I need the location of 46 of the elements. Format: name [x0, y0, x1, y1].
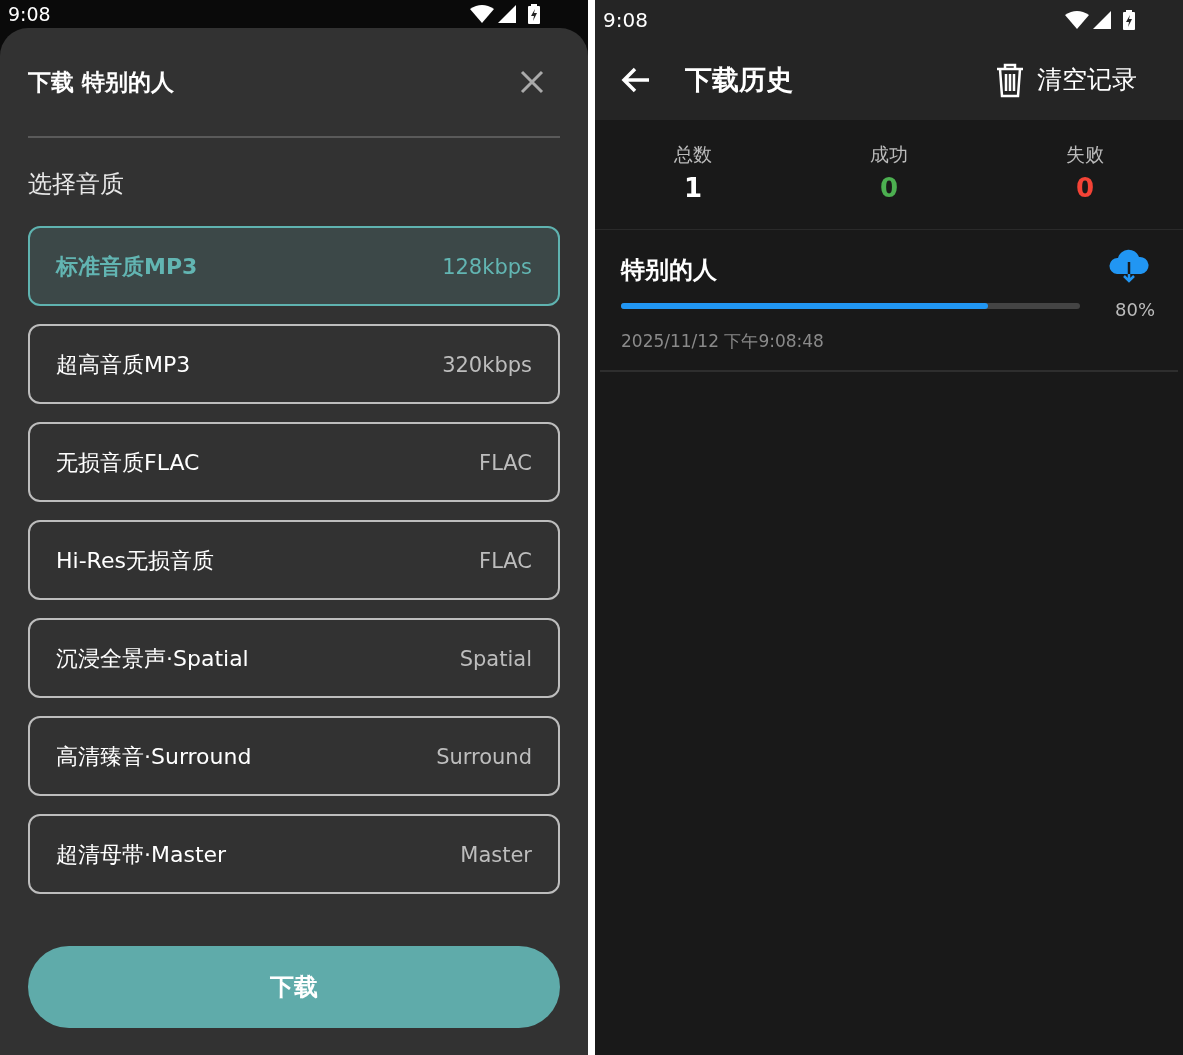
option-name: 超清母带·Master [56, 840, 227, 869]
battery-icon [528, 4, 540, 24]
battery-icon [1123, 10, 1135, 30]
quality-option[interactable]: 沉浸全景声·Spatial Spatial [28, 618, 560, 698]
option-detail: Master [460, 842, 532, 870]
signal-icon [1093, 11, 1111, 29]
option-detail: FLAC [479, 450, 532, 478]
wifi-icon [1065, 11, 1089, 29]
page-title: 下载历史 [685, 62, 793, 97]
option-name: 标准音质MP3 [56, 252, 198, 281]
quality-option[interactable]: 标准音质MP3 128kbps [28, 226, 560, 306]
trash-icon [995, 62, 1025, 98]
option-name: 无损音质FLAC [56, 448, 200, 477]
quality-option[interactable]: 超高音质MP3 320kbps [28, 324, 560, 404]
stat-label: 失败 [1066, 142, 1104, 167]
progress-percent: 80% [1115, 298, 1155, 322]
cloud-download-icon [1109, 248, 1149, 284]
stat-value: 1 [683, 171, 703, 205]
back-arrow-icon[interactable] [621, 67, 651, 93]
option-detail: 320kbps [442, 352, 532, 380]
option-detail: Surround [436, 744, 532, 772]
stat-value: 0 [879, 171, 899, 205]
status-time: 9:08 [8, 4, 51, 24]
wifi-icon [470, 5, 494, 23]
quality-option[interactable]: Hi-Res无损音质 FLAC [28, 520, 560, 600]
option-detail: 128kbps [442, 254, 532, 282]
sheet-title: 下载 特别的人 [28, 67, 174, 97]
stat-label: 总数 [674, 142, 712, 167]
option-name: 高清臻音·Surround [56, 742, 252, 771]
quality-option[interactable]: 高清臻音·Surround Surround [28, 716, 560, 796]
signal-icon [498, 5, 516, 23]
option-name: 超高音质MP3 [56, 350, 191, 379]
quality-option[interactable]: 超清母带·Master Master [28, 814, 560, 894]
option-detail: Spatial [459, 646, 532, 674]
stat-label: 成功 [870, 142, 908, 167]
option-detail: FLAC [479, 548, 532, 576]
status-time: 9:08 [603, 7, 648, 34]
option-name: Hi-Res无损音质 [56, 546, 214, 575]
quality-option[interactable]: 无损音质FLAC FLAC [28, 422, 560, 502]
song-title: 特别的人 [621, 255, 717, 286]
option-name: 沉浸全景声·Spatial [56, 644, 249, 673]
close-icon[interactable] [520, 70, 544, 94]
download-time: 2025/11/12 下午9:08:48 [621, 330, 825, 353]
stat-value: 0 [1075, 171, 1095, 205]
clear-history-button[interactable]: 清空记录 [995, 61, 1137, 99]
section-label: 选择音质 [28, 169, 125, 200]
